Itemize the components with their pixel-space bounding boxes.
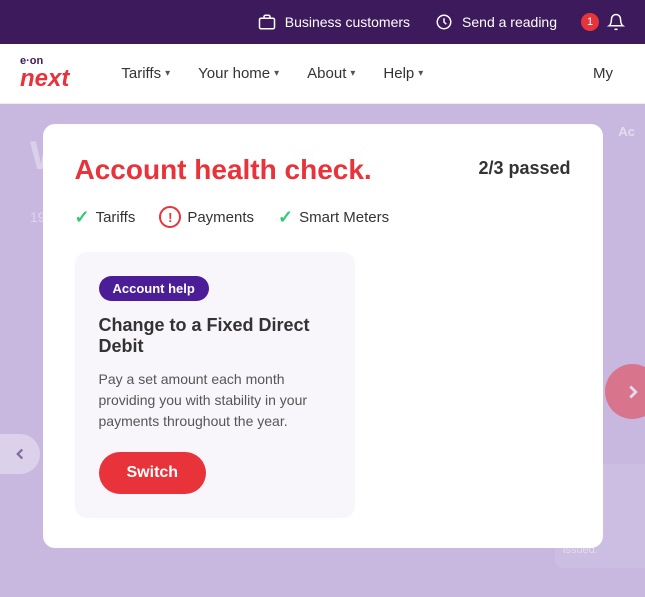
warning-icon: ! xyxy=(159,206,181,228)
briefcase-icon xyxy=(257,12,277,32)
logo[interactable]: e·on next xyxy=(20,56,69,91)
switch-button[interactable]: Switch xyxy=(99,452,207,494)
status-smart-meters: ✓ Smart Meters xyxy=(278,207,389,228)
account-health-modal: Account health check. 2/3 passed ✓ Tarif… xyxy=(43,124,603,548)
modal-title: Account health check. xyxy=(75,154,372,186)
send-reading-link[interactable]: Send a reading xyxy=(434,12,557,32)
nav-item-your-home[interactable]: Your home ▾ xyxy=(186,57,291,90)
modal-header: Account health check. 2/3 passed xyxy=(75,154,571,186)
chevron-down-icon: ▾ xyxy=(274,68,279,79)
check-icon: ✓ xyxy=(278,207,293,228)
status-smart-meters-label: Smart Meters xyxy=(299,209,389,226)
chevron-down-icon: ▾ xyxy=(165,68,170,79)
business-customers-link[interactable]: Business customers xyxy=(257,12,410,32)
business-customers-label: Business customers xyxy=(285,14,410,30)
chevron-down-icon: ▾ xyxy=(418,68,423,79)
status-tariffs-label: Tariffs xyxy=(96,209,136,226)
send-reading-label: Send a reading xyxy=(462,14,557,30)
nav-items: Tariffs ▾ Your home ▾ About ▾ Help ▾ My xyxy=(109,57,625,90)
nav-item-tariffs[interactable]: Tariffs ▾ xyxy=(109,57,182,90)
status-tariffs: ✓ Tariffs xyxy=(75,207,136,228)
status-items: ✓ Tariffs ! Payments ✓ Smart Meters xyxy=(75,206,571,228)
status-payments: ! Payments xyxy=(159,206,254,228)
nav-item-help[interactable]: Help ▾ xyxy=(371,57,435,90)
account-help-card: Account help Change to a Fixed Direct De… xyxy=(75,252,355,518)
logo-next: next xyxy=(20,67,69,91)
passed-count: 2/3 passed xyxy=(478,158,570,179)
notification-button[interactable]: 1 xyxy=(581,13,625,31)
card-title: Change to a Fixed Direct Debit xyxy=(99,315,331,357)
status-payments-label: Payments xyxy=(187,209,254,226)
card-description: Pay a set amount each month providing yo… xyxy=(99,369,331,432)
notification-badge: 1 xyxy=(581,13,599,31)
check-icon: ✓ xyxy=(75,207,90,228)
nav-item-my[interactable]: My xyxy=(581,57,625,90)
meter-icon xyxy=(434,12,454,32)
card-badge: Account help xyxy=(99,276,209,301)
nav-bar: e·on next Tariffs ▾ Your home ▾ About ▾ … xyxy=(0,44,645,104)
chevron-down-icon: ▾ xyxy=(350,68,355,79)
nav-item-about[interactable]: About ▾ xyxy=(295,57,367,90)
modal-overlay: Account health check. 2/3 passed ✓ Tarif… xyxy=(0,104,645,597)
top-bar: Business customers Send a reading 1 xyxy=(0,0,645,44)
